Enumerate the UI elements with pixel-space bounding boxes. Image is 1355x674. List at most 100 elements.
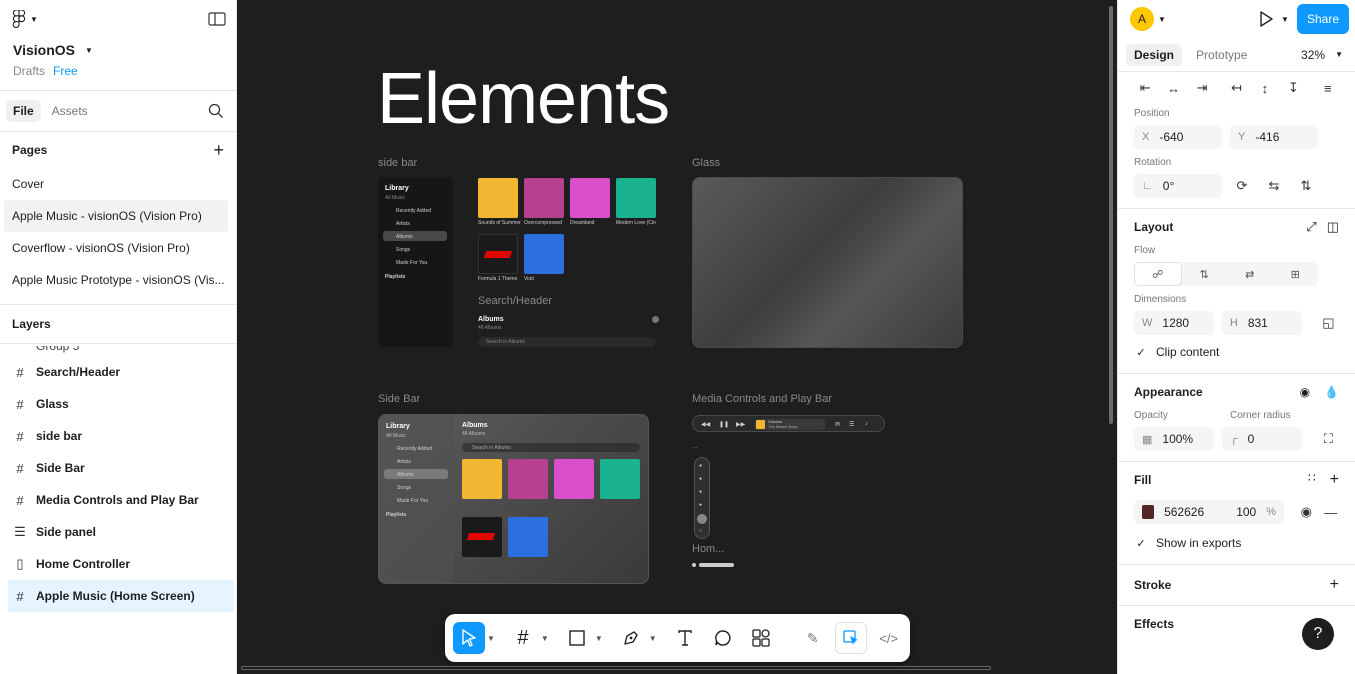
flow-freeform-icon[interactable]: ☍ [1134,262,1182,286]
search-icon[interactable] [208,103,224,119]
fill-field[interactable]: 562626 100 % [1134,500,1284,524]
width-field[interactable]: W 1280 [1134,311,1214,335]
layer-item[interactable]: # Glass [0,388,236,420]
chevron-down-icon[interactable]: ▼ [649,634,657,643]
album-cover[interactable] [478,234,518,274]
layer-item[interactable]: # Media Controls and Play Bar [0,484,236,516]
mini-search-field[interactable]: Search in Albums [478,337,656,347]
share-button[interactable]: Share [1296,4,1349,34]
move-tool-button[interactable] [453,622,485,654]
align-center-v-icon[interactable]: ↕ [1254,76,1276,100]
album-cover[interactable] [524,178,564,218]
pen-tool-button[interactable] [615,622,647,654]
frame-label-media[interactable]: Media Controls and Play Bar [692,393,832,405]
media-play-bar[interactable]: ◀◀ ❚❚ ▶▶ Volcano The Beach Boys ✉ ☰ ♪ [692,415,885,432]
corner-radius-field[interactable]: ┌ 0 [1221,427,1302,451]
page-item[interactable]: Apple Music Prototype - visionOS (Vis... [0,264,236,296]
chevron-down-icon[interactable]: ▼ [487,634,495,643]
side-bar-frame[interactable]: Library All Music Recently Added Artists… [378,177,453,347]
main-menu-button[interactable]: ▼ [12,10,38,28]
draw-mode-button[interactable]: ✎ [797,622,829,654]
layer-item-selected[interactable]: # Apple Music (Home Screen) [8,580,234,612]
project-name[interactable]: VisionOS ▼ [13,42,223,58]
chevron-down-icon[interactable]: ▼ [541,634,549,643]
frame-label-home[interactable]: Hom... [692,543,724,555]
chevron-down-icon[interactable]: ▼ [595,634,603,643]
flow-grid-icon[interactable]: ⊞ [1273,262,1319,286]
actions-tool-button[interactable] [745,622,777,654]
align-center-h-icon[interactable]: ↔ [1162,76,1184,100]
tab-prototype[interactable]: Prototype [1188,44,1255,66]
flip-horizontal-icon[interactable]: ⇆ [1262,174,1286,198]
height-field[interactable]: H 831 [1221,311,1302,335]
flip-vertical-icon[interactable]: ⇅ [1294,174,1318,198]
layer-list[interactable]: Group 5 # Search/Header # Glass # side bar … [0,346,236,674]
side-bar-large-frame[interactable]: Library All Music Recently Added Artists… [378,414,649,584]
remove-fill-icon[interactable]: — [1323,500,1340,524]
layout-grid-icon[interactable]: ◫ [1327,219,1339,235]
album-cover[interactable] [524,234,564,274]
chevron-down-icon[interactable]: ▼ [1281,15,1289,24]
flow-vertical-icon[interactable]: ⇅ [1182,262,1228,286]
flow-horizontal-icon[interactable]: ⇄ [1227,262,1273,286]
play-icon[interactable] [1259,11,1273,27]
distribute-icon[interactable]: ≡ [1317,76,1339,100]
rotation-field[interactable]: ∟ 0° [1134,174,1222,198]
checkmark-icon[interactable]: ✓ [1134,536,1148,550]
styles-grid-icon[interactable]: ∷ [1308,471,1316,489]
text-tool-button[interactable] [669,622,701,654]
rotate-icon[interactable]: ⟳ [1230,174,1254,198]
collapse-icon[interactable]: ⤢ [1306,219,1316,235]
drafts-link[interactable]: Drafts [13,64,45,78]
zoom-control[interactable]: 32% ▼ [1301,48,1347,62]
checkmark-icon[interactable]: ✓ [1134,345,1148,359]
layer-item[interactable]: # Side Bar [0,452,236,484]
layer-item[interactable]: ▯ Home Controller [0,548,236,580]
chevron-down-icon[interactable]: ▼ [1158,15,1166,24]
frame-label-side-bar-2[interactable]: Side Bar [378,393,420,405]
layer-item[interactable]: # Search/Header [0,356,236,388]
frame-label-glass[interactable]: Glass [692,157,720,169]
album-cover[interactable] [570,178,610,218]
frame-label-side-bar[interactable]: side bar [378,157,417,169]
dev-mode-button[interactable]: </> [873,622,905,654]
help-button[interactable]: ? [1302,618,1334,650]
tab-design[interactable]: Design [1126,43,1183,66]
eye-icon[interactable]: ◉ [1300,385,1310,399]
layer-item[interactable]: # side bar [0,420,236,452]
glass-frame[interactable] [692,177,963,348]
vertical-scrollbar[interactable] [1109,6,1113,424]
y-field[interactable]: Y -416 [1230,125,1318,149]
frame-label-search-header[interactable]: Search/Header [478,295,552,307]
fill-color-swatch[interactable] [1142,505,1155,519]
page-item-selected[interactable]: Apple Music - visionOS (Vision Pro) [4,200,228,232]
add-page-icon[interactable]: + [213,140,224,161]
page-item[interactable]: Coverflow - visionOS (Vision Pro) [0,232,236,264]
frame-tool-button[interactable]: # [507,622,539,654]
align-left-icon[interactable]: ⇤ [1134,76,1156,100]
design-mode-button[interactable] [834,622,867,654]
align-right-icon[interactable]: ⇥ [1191,76,1213,100]
align-top-icon[interactable]: ↤ [1225,76,1247,100]
album-cover[interactable] [478,178,518,218]
clip-content-row[interactable]: ✓ Clip content [1134,341,1339,363]
side-panel-frame[interactable]: ● ● ● ● ○ [694,457,710,539]
show-in-exports-row[interactable]: ✓ Show in exports [1134,532,1339,554]
resize-to-fit-icon[interactable]: ◱ [1318,311,1339,335]
layer-item[interactable]: ☰ Side panel [0,516,236,548]
blend-mode-icon[interactable]: 💧 [1324,385,1339,399]
album-cover[interactable] [616,178,656,218]
horizontal-scrollbar[interactable] [241,666,991,670]
canvas[interactable]: Elements side bar Library All Music Rece… [237,0,1117,674]
comment-tool-button[interactable] [707,622,739,654]
x-field[interactable]: X -640 [1134,125,1222,149]
tab-assets[interactable]: Assets [45,100,95,122]
eye-icon[interactable]: ◉ [1298,500,1315,524]
avatar[interactable]: A [1130,7,1154,31]
page-item[interactable]: Cover [0,168,236,200]
tab-file[interactable]: File [6,100,41,122]
canvas-title[interactable]: Elements [377,58,670,140]
independent-corners-icon[interactable]: ⛶ [1318,427,1339,451]
shape-tool-button[interactable] [561,622,593,654]
sidebar-toggle-icon[interactable] [208,12,226,26]
